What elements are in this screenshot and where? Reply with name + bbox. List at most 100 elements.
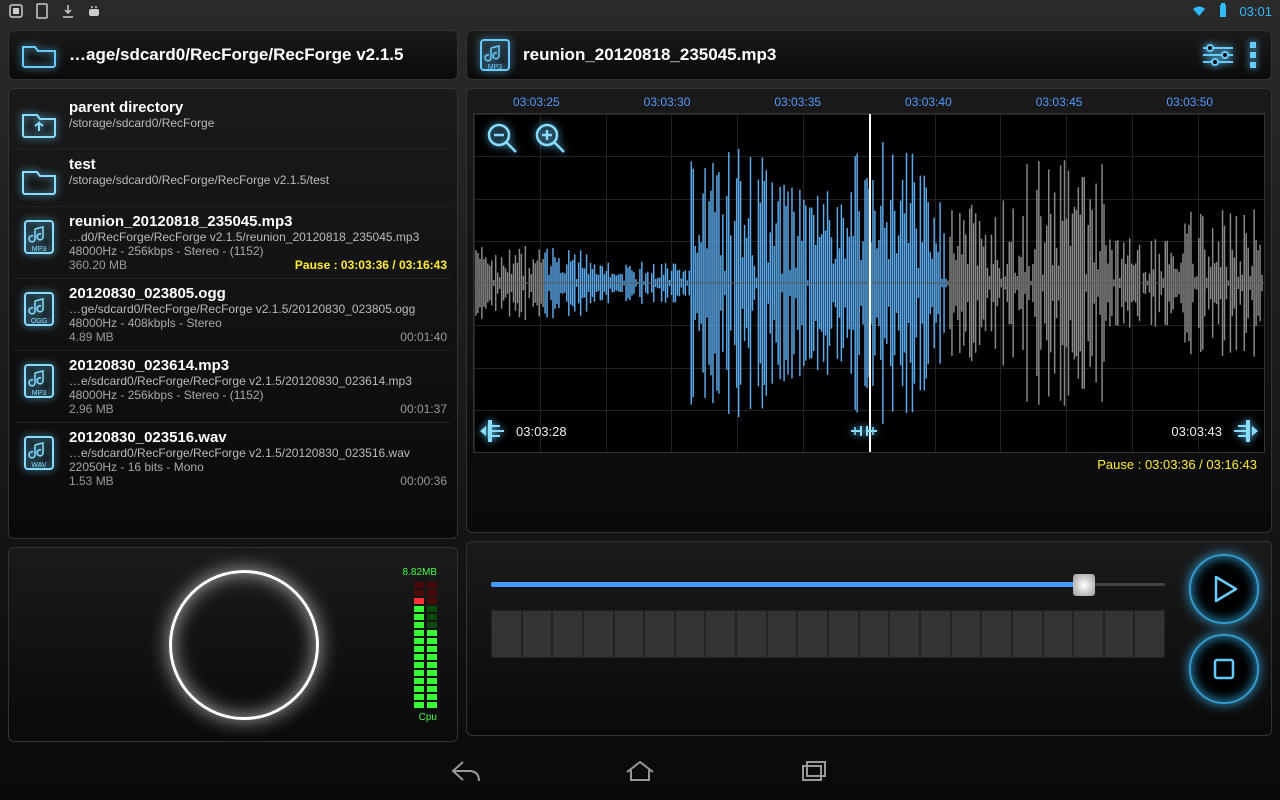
- recent-icon[interactable]: [797, 758, 831, 784]
- file-size: 360.20 MB: [69, 258, 127, 272]
- file-path: /storage/sdcard0/RecForge: [69, 116, 447, 130]
- segment-cell[interactable]: [736, 610, 767, 658]
- segment-bar[interactable]: [491, 610, 1165, 658]
- file-name: reunion_20120818_235045.mp3: [69, 213, 447, 230]
- segment-cell[interactable]: [522, 610, 553, 658]
- file-path: …e/sdcard0/RecForge/RecForge v2.1.5/2012…: [69, 446, 447, 460]
- waveform-panel: 03:03:25 03:03:30 03:03:35 03:03:40 03:03:45…: [466, 88, 1272, 533]
- segment-cell[interactable]: [767, 610, 798, 658]
- file-name: parent directory: [69, 99, 447, 116]
- mp3-icon: MP3: [479, 38, 511, 72]
- segment-cell[interactable]: [1012, 610, 1043, 658]
- menu-icon[interactable]: [1247, 40, 1259, 70]
- playhead[interactable]: [869, 114, 871, 452]
- wave-header: MP3 reunion_20120818_235045.mp3: [466, 30, 1272, 80]
- sd-icon: [34, 3, 50, 19]
- file-name: 20120830_023614.mp3: [69, 357, 447, 374]
- ruler-tick: 03:03:30: [644, 95, 691, 109]
- marker-end-icon[interactable]: [1230, 418, 1260, 444]
- stop-button[interactable]: [1189, 634, 1259, 704]
- svg-text:OGG: OGG: [31, 318, 47, 325]
- mem-label: 8.82MB: [403, 567, 437, 578]
- cpu-label: Cpu: [419, 712, 437, 723]
- segment-cell[interactable]: [859, 610, 890, 658]
- ruler-tick: 03:03:50: [1166, 95, 1213, 109]
- status-bar: 03:01: [0, 0, 1280, 22]
- marker-mid-icon[interactable]: [849, 418, 879, 444]
- zoom-in-icon[interactable]: [532, 120, 568, 156]
- marker-start-icon[interactable]: [478, 418, 508, 444]
- file-item[interactable]: parent directory /storage/sdcard0/RecFor…: [15, 93, 451, 149]
- file-path: …e/sdcard0/RecForge/RecForge v2.1.5/2012…: [69, 374, 447, 388]
- transport-panel: [466, 541, 1272, 736]
- home-icon[interactable]: [623, 758, 657, 784]
- segment-cell[interactable]: [951, 610, 982, 658]
- file-duration: 00:01:40: [400, 330, 447, 344]
- ruler-tick: 03:03:40: [905, 95, 952, 109]
- file-duration: 00:00:36: [400, 474, 447, 488]
- path-text: …age/sdcard0/RecForge/RecForge v2.1.5: [69, 45, 445, 65]
- battery-icon: [1215, 3, 1231, 19]
- folder-icon: [21, 41, 57, 69]
- segment-cell[interactable]: [705, 610, 736, 658]
- file-item[interactable]: MP3 reunion_20120818_235045.mp3 …d0/RecF…: [15, 206, 451, 278]
- segment-cell[interactable]: [1134, 610, 1165, 658]
- back-icon[interactable]: [449, 758, 483, 784]
- download-icon: [60, 3, 76, 19]
- folder-icon: [19, 160, 59, 200]
- segment-cell[interactable]: [797, 610, 828, 658]
- file-meta: 48000Hz - 256kbps - Stereo - (1152): [69, 244, 447, 258]
- file-size: 4.89 MB: [69, 330, 114, 344]
- file-name: 20120830_023516.wav: [69, 429, 447, 446]
- file-name: 20120830_023805.ogg: [69, 285, 447, 302]
- file-duration: 00:01:37: [400, 402, 447, 416]
- segment-cell[interactable]: [889, 610, 920, 658]
- file-item[interactable]: WAV 20120830_023516.wav …e/sdcard0/RecFo…: [15, 422, 451, 494]
- segment-cell[interactable]: [614, 610, 645, 658]
- path-header[interactable]: …age/sdcard0/RecForge/RecForge v2.1.5: [8, 30, 458, 80]
- file-meta: 22050Hz - 16 bits - Mono: [69, 460, 447, 474]
- file-item[interactable]: OGG 20120830_023805.ogg …ge/sdcard0/RecF…: [15, 278, 451, 350]
- segment-cell[interactable]: [920, 610, 951, 658]
- waveform[interactable]: 03:03:28 03:03:43: [473, 113, 1265, 453]
- file-item[interactable]: test /storage/sdcard0/RecForge/RecForge …: [15, 149, 451, 206]
- file-status: Pause : 03:03:36 / 03:16:43: [295, 258, 447, 272]
- file-item[interactable]: MP3 20120830_023614.mp3 …e/sdcard0/RecFo…: [15, 350, 451, 422]
- segment-cell[interactable]: [1073, 610, 1104, 658]
- segment-cell[interactable]: [644, 610, 675, 658]
- svg-text:MP3: MP3: [32, 246, 47, 253]
- file-list: parent directory /storage/sdcard0/RecFor…: [8, 88, 458, 539]
- segment-cell[interactable]: [981, 610, 1012, 658]
- folder-up-icon: [19, 103, 59, 143]
- segment-cell[interactable]: [675, 610, 706, 658]
- monitor-panel: 8.82MB Cpu: [8, 547, 458, 742]
- segment-cell[interactable]: [828, 610, 859, 658]
- equalizer-icon[interactable]: [1201, 42, 1235, 68]
- segment-cell[interactable]: [1043, 610, 1074, 658]
- file-meta: 48000Hz - 408kbpls - Stereo: [69, 316, 447, 330]
- segment-cell[interactable]: [552, 610, 583, 658]
- ruler-tick: 03:03:35: [774, 95, 821, 109]
- file-size: 2.96 MB: [69, 402, 114, 416]
- wave-filename: reunion_20120818_235045.mp3: [523, 45, 1189, 65]
- ogg-icon: OGG: [19, 289, 59, 329]
- file-size: 1.53 MB: [69, 474, 114, 488]
- wave-status: Pause : 03:03:36 / 03:16:43: [473, 453, 1265, 476]
- play-button[interactable]: [1189, 554, 1259, 624]
- time-ruler: 03:03:25 03:03:30 03:03:35 03:03:40 03:03:45…: [473, 95, 1265, 113]
- zoom-out-icon[interactable]: [484, 120, 520, 156]
- wifi-icon: [1191, 3, 1207, 19]
- clock: 03:01: [1239, 4, 1272, 19]
- wav-icon: WAV: [19, 433, 59, 473]
- segment-cell[interactable]: [491, 610, 522, 658]
- ruler-tick: 03:03:45: [1036, 95, 1083, 109]
- ruler-tick: 03:03:25: [513, 95, 560, 109]
- android-icon: [86, 3, 102, 19]
- vu-bars: [414, 582, 437, 708]
- segment-cell[interactable]: [1104, 610, 1135, 658]
- segment-cell[interactable]: [583, 610, 614, 658]
- stop-status-icon: [8, 3, 24, 19]
- file-name: test: [69, 156, 447, 173]
- seekbar[interactable]: [491, 574, 1165, 594]
- svg-text:MP3: MP3: [32, 390, 47, 397]
